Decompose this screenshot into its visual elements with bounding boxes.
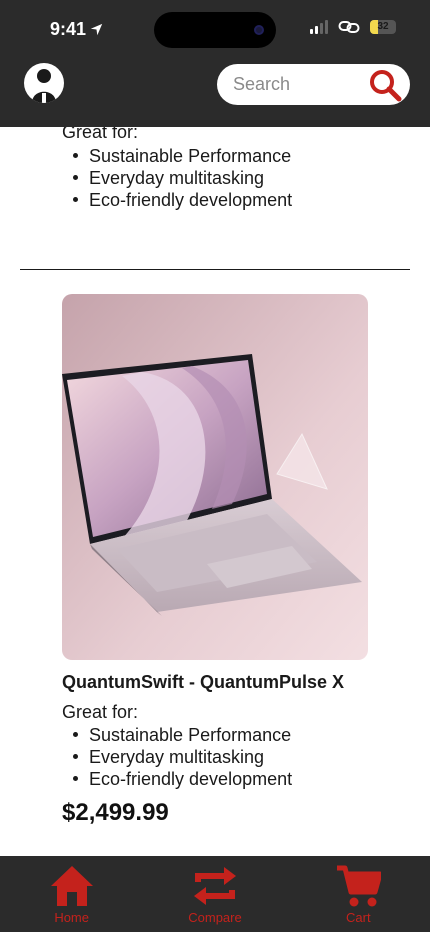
nav-compare[interactable]: Compare [160, 856, 270, 932]
search-input[interactable] [233, 74, 368, 95]
feature-item: Eco-friendly development [62, 189, 292, 211]
search-bar[interactable] [217, 64, 410, 105]
great-for-label: Great for: [62, 127, 139, 142]
camera-dot [254, 25, 264, 35]
feature-list: Sustainable Performance Everyday multita… [62, 724, 292, 790]
nav-home[interactable]: Home [17, 856, 127, 932]
feature-item: Everyday multitasking [62, 167, 292, 189]
nav-home-label: Home [54, 910, 89, 925]
search-icon[interactable] [368, 68, 402, 102]
feature-list: Sustainable Performance Everyday multita… [62, 145, 292, 211]
nav-cart-label: Cart [346, 910, 371, 925]
nav-compare-label: Compare [188, 910, 242, 925]
product-name[interactable]: QuantumSwift - QuantumPulse X [62, 672, 344, 693]
product-price: $2,499.99 [62, 799, 169, 826]
link-icon [338, 21, 360, 33]
great-for-label: Great for: [62, 702, 139, 722]
battery-icon: 32 [370, 20, 396, 34]
app-header: 9:41 32 [0, 0, 430, 127]
screen: 9:41 32 Search Great for: Sustainable Pe… [0, 0, 430, 932]
bottom-nav: Home Compare Cart [0, 856, 430, 932]
status-time: 9:41 [50, 19, 103, 40]
signal-icon [310, 20, 328, 34]
feature-item: Sustainable Performance [62, 724, 292, 746]
feature-item: Sustainable Performance [62, 145, 292, 167]
status-time-text: 9:41 [50, 19, 87, 39]
laptop-image [62, 294, 368, 660]
product-image[interactable] [62, 294, 368, 660]
cart-icon [337, 865, 382, 907]
feature-item: Eco-friendly development [62, 768, 292, 790]
battery-percent: 32 [377, 21, 389, 32]
feature-item: Everyday multitasking [62, 746, 292, 768]
nav-cart[interactable]: Cart [303, 856, 413, 932]
product-list[interactable]: Great for: Sustainable Performance Every… [0, 127, 430, 856]
location-arrow-icon [90, 23, 103, 36]
compare-icon [193, 867, 236, 905]
home-icon [50, 866, 93, 906]
user-icon [32, 69, 56, 103]
profile-avatar[interactable] [24, 63, 64, 103]
status-icons: 32 [310, 20, 396, 34]
dynamic-island [154, 12, 276, 48]
divider [20, 269, 410, 270]
